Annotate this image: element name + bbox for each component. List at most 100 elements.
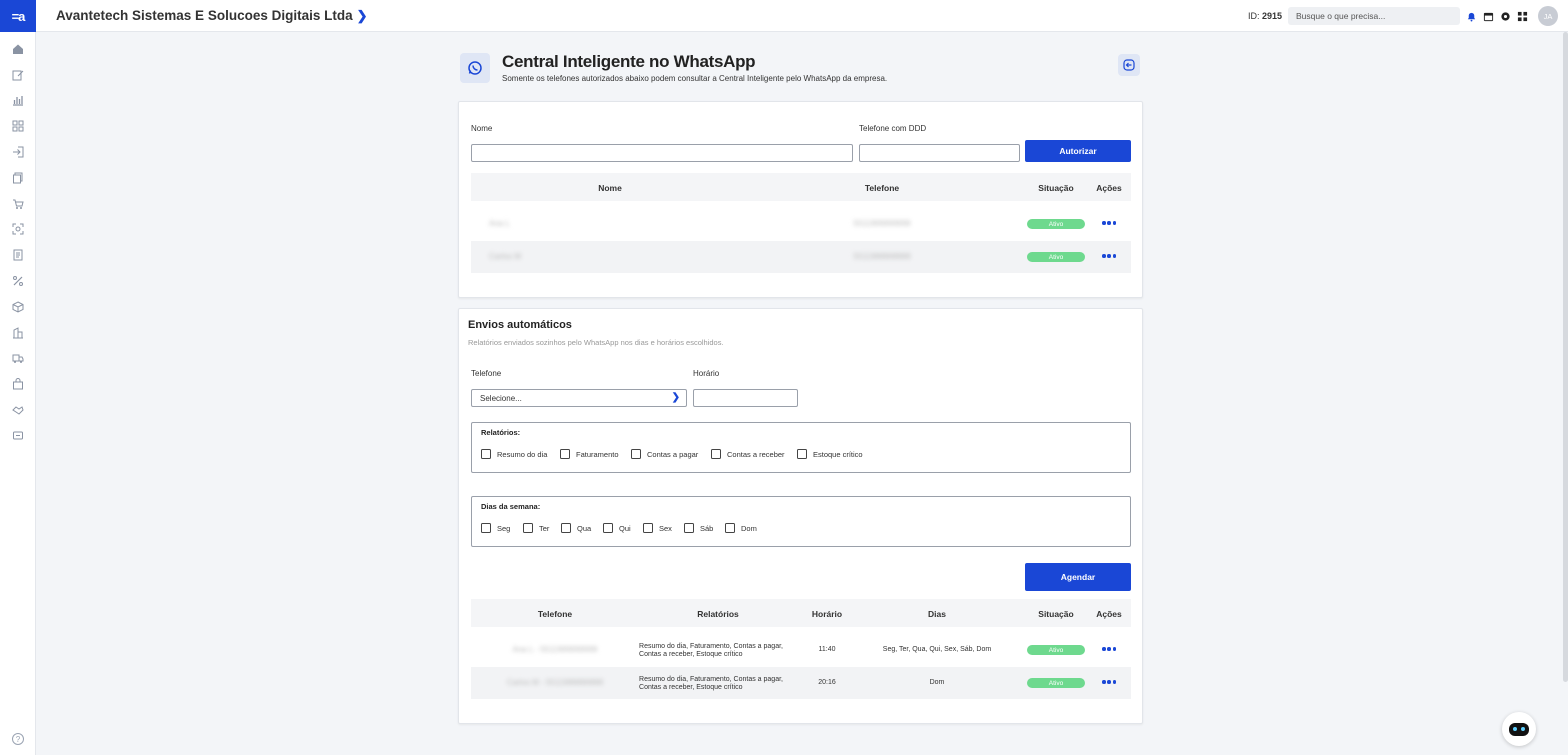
help-icon[interactable]: ?	[12, 733, 24, 745]
more-actions-icon[interactable]	[1102, 250, 1116, 262]
col-dias[interactable]: Dias	[928, 609, 946, 619]
authorize-card: Nome Telefone com DDD Autorizar Nome Tel…	[458, 101, 1143, 298]
status-badge: Ativo	[1027, 252, 1085, 262]
whatsapp-icon	[460, 53, 490, 83]
row-nome: Carlos M	[489, 252, 522, 261]
col-telefone[interactable]: Telefone	[538, 609, 572, 619]
table-row: Carlos M 5511988888888 Ativo	[471, 241, 1131, 273]
more-actions-icon[interactable]	[1102, 676, 1116, 688]
checkbox-seg[interactable]: Seg	[481, 523, 510, 533]
checkbox-ter[interactable]: Ter	[523, 523, 549, 533]
page-subtitle: Somente os telefones autorizados abaixo …	[502, 74, 888, 83]
checkbox-box[interactable]	[643, 523, 653, 533]
bag-icon[interactable]	[0, 371, 36, 397]
login-icon[interactable]	[0, 139, 36, 165]
name-label: Nome	[471, 124, 493, 133]
checkbox-sex[interactable]: Sex	[643, 523, 672, 533]
row-relatorios: Resumo do dia, Faturamento, Contas a pag…	[639, 643, 783, 658]
checkbox-box[interactable]	[797, 449, 807, 459]
row-dias: Seg, Ter, Qua, Qui, Sex, Sáb, Dom	[882, 646, 992, 653]
phone-select-value: Selecione...	[480, 394, 522, 403]
checkbox-qua[interactable]: Qua	[561, 523, 591, 533]
checkbox-box[interactable]	[481, 449, 491, 459]
chart-icon[interactable]	[0, 88, 36, 114]
row-dias: Dom	[929, 679, 945, 686]
phone-input[interactable]	[859, 144, 1020, 162]
time-input[interactable]	[693, 389, 798, 407]
checkbox-qui[interactable]: Qui	[603, 523, 631, 533]
section-subtitle: Relatórios enviados sozinhos pelo WhatsA…	[468, 338, 724, 347]
scan-icon[interactable]	[0, 217, 36, 243]
apps-grid-icon[interactable]	[1517, 11, 1528, 22]
truck-icon[interactable]	[0, 346, 36, 372]
sidebar: =a ?	[0, 0, 36, 755]
bell-icon[interactable]	[1466, 11, 1477, 22]
checkbox-resumo-do-dia[interactable]: Resumo do dia	[481, 449, 547, 459]
name-input[interactable]	[471, 144, 853, 162]
copy-icon[interactable]	[0, 165, 36, 191]
checkbox-box[interactable]	[561, 523, 571, 533]
col-situacao[interactable]: Situação	[1038, 183, 1073, 193]
table-row: Carlos M - 5511988888888 Resumo do dia, …	[471, 667, 1131, 699]
authorize-table-header: Nome Telefone Situação Ações	[471, 173, 1131, 201]
reports-fieldset: Relatórios: Resumo do dia Faturamento Co…	[471, 422, 1131, 473]
col-horario[interactable]: Horário	[812, 609, 842, 619]
checkbox-contas-a-receber[interactable]: Contas a receber	[711, 449, 785, 459]
row-telefone: Carlos M - 5511988888888	[506, 678, 604, 687]
row-horario: 20:16	[818, 679, 836, 686]
checkbox-box[interactable]	[560, 449, 570, 459]
chatbot-robot-icon[interactable]	[1502, 712, 1536, 746]
sidebar-icons	[0, 36, 36, 449]
account-id: ID: 2915	[1247, 11, 1282, 21]
company-selector[interactable]: Avantetech Sistemas E Solucoes Digitais …	[56, 8, 368, 24]
more-actions-icon[interactable]	[1102, 217, 1116, 229]
more-actions-icon[interactable]	[1102, 643, 1116, 655]
checkbox-box[interactable]	[631, 449, 641, 459]
checkbox-estoque-critico[interactable]: Estoque crítico	[797, 449, 863, 459]
schedule-button[interactable]: Agendar	[1025, 563, 1131, 591]
col-situacao[interactable]: Situação	[1038, 609, 1073, 619]
box-icon[interactable]	[0, 294, 36, 320]
edit-icon[interactable]	[0, 62, 36, 88]
cart-icon[interactable]	[0, 191, 36, 217]
phone-select[interactable]: Selecione... ❯	[471, 389, 687, 407]
back-button[interactable]	[1118, 54, 1140, 76]
page-scrollbar[interactable]	[1563, 32, 1568, 682]
row-telefone: 5511999999999	[853, 219, 911, 228]
page-title: Central Inteligente no WhatsApp	[502, 52, 756, 71]
checkbox-box[interactable]	[603, 523, 613, 533]
building-icon[interactable]	[0, 320, 36, 346]
avatar[interactable]: JA	[1538, 6, 1558, 26]
checkbox-contas-a-pagar[interactable]: Contas a pagar	[631, 449, 698, 459]
app-logo[interactable]: =a	[0, 0, 36, 32]
checkbox-box[interactable]	[711, 449, 721, 459]
row-relatorios: Resumo do dia, Faturamento, Contas a pag…	[639, 676, 783, 691]
support-icon[interactable]	[0, 423, 36, 449]
receipt-icon[interactable]	[0, 242, 36, 268]
row-nome: Ana L	[489, 219, 510, 228]
authorize-button[interactable]: Autorizar	[1025, 140, 1131, 162]
checkbox-box[interactable]	[684, 523, 694, 533]
row-telefone: 5511988888888	[853, 252, 911, 261]
col-telefone[interactable]: Telefone	[865, 183, 899, 193]
row-horario: 11:40	[818, 646, 836, 653]
home-icon[interactable]	[0, 36, 36, 62]
checkbox-box[interactable]	[481, 523, 491, 533]
checkbox-box[interactable]	[725, 523, 735, 533]
calendar-icon[interactable]	[1483, 11, 1494, 22]
col-relatorios[interactable]: Relatórios	[697, 609, 739, 619]
checkbox-faturamento[interactable]: Faturamento	[560, 449, 619, 459]
checkbox-sab[interactable]: Sáb	[684, 523, 713, 533]
col-acoes: Ações	[1096, 183, 1122, 193]
checkbox-box[interactable]	[523, 523, 533, 533]
checkbox-dom[interactable]: Dom	[725, 523, 757, 533]
row-telefone: Ana L - 5511999999999	[512, 645, 598, 654]
search-input[interactable]: Busque o que precisa...	[1288, 7, 1460, 25]
col-nome[interactable]: Nome	[598, 183, 622, 193]
gear-icon[interactable]	[1500, 11, 1511, 22]
chevron-right-icon: ❯	[671, 392, 680, 403]
col-acoes: Ações	[1096, 609, 1122, 619]
grid-icon[interactable]	[0, 113, 36, 139]
percent-icon[interactable]	[0, 268, 36, 294]
handshake-icon[interactable]	[0, 397, 36, 423]
